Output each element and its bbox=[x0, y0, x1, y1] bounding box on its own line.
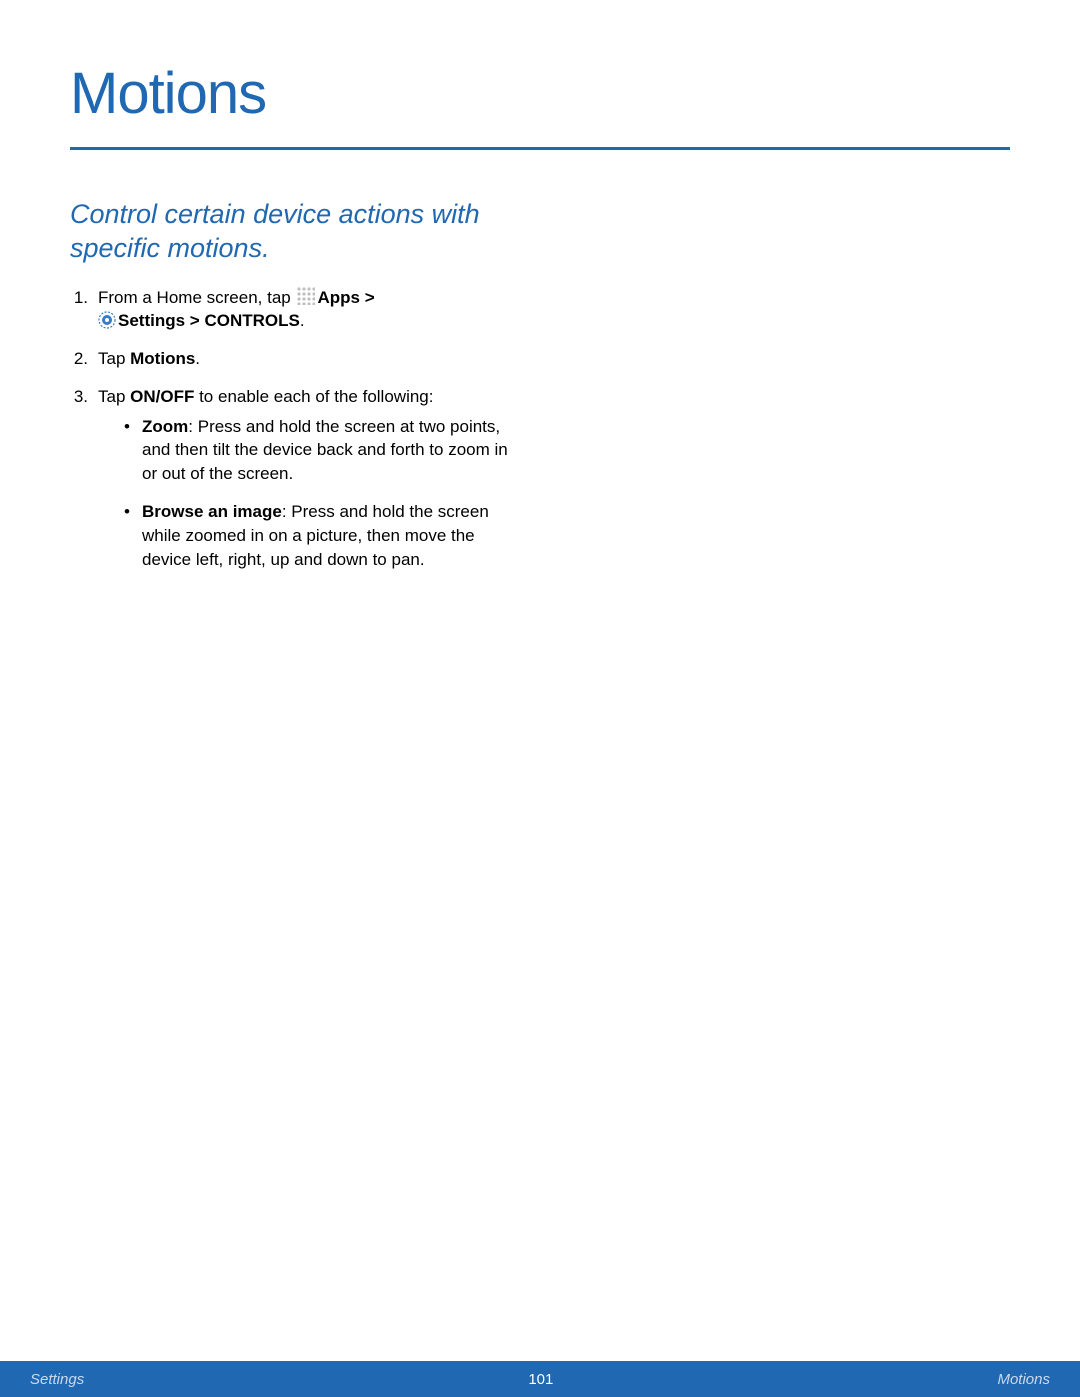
step-body: From a Home screen, tap Apps > Settings … bbox=[98, 286, 510, 334]
bullet-name: Zoom bbox=[142, 417, 188, 436]
bullet-dot: • bbox=[124, 415, 142, 486]
period: . bbox=[195, 349, 200, 368]
step-number: 2. bbox=[70, 347, 98, 371]
page-content: Motions Control certain device actions w… bbox=[0, 0, 1080, 585]
step-text: From a Home screen, tap bbox=[98, 288, 295, 307]
gt: > bbox=[365, 288, 375, 307]
bullet-dot: • bbox=[124, 500, 142, 571]
page-title: Motions bbox=[70, 60, 1010, 127]
bullet-body: Browse an image: Press and hold the scre… bbox=[142, 500, 510, 571]
step-body: Tap Motions. bbox=[98, 347, 510, 371]
list-item: • Zoom: Press and hold the screen at two… bbox=[124, 415, 510, 486]
instructions: 1. From a Home screen, tap Apps > Settin… bbox=[70, 286, 510, 586]
step-1: 1. From a Home screen, tap Apps > Settin… bbox=[70, 286, 510, 334]
page-footer: Settings 101 Motions bbox=[0, 1361, 1080, 1397]
title-rule bbox=[70, 147, 1010, 150]
step-2: 2. Tap Motions. bbox=[70, 347, 510, 371]
bullet-list: • Zoom: Press and hold the screen at two… bbox=[98, 415, 510, 572]
footer-right: Motions bbox=[997, 1371, 1050, 1388]
step-text: Tap bbox=[98, 387, 130, 406]
page-subtitle: Control certain device actions with spec… bbox=[70, 198, 510, 266]
step-text: Tap bbox=[98, 349, 130, 368]
step-number: 3. bbox=[70, 385, 98, 586]
step-3: 3. Tap ON/OFF to enable each of the foll… bbox=[70, 385, 510, 586]
bullet-body: Zoom: Press and hold the screen at two p… bbox=[142, 415, 510, 486]
onoff-label: ON/OFF bbox=[130, 387, 194, 406]
bullet-rest: : Press and hold the screen at two point… bbox=[142, 417, 508, 484]
bullet-name: Browse an image bbox=[142, 502, 282, 521]
controls-label: CONTROLS bbox=[204, 311, 299, 330]
period: . bbox=[300, 311, 305, 330]
apps-label: Apps bbox=[317, 288, 364, 307]
footer-left: Settings bbox=[30, 1371, 84, 1388]
step-text-2: to enable each of the following: bbox=[194, 387, 433, 406]
gt2: > bbox=[190, 311, 205, 330]
apps-icon bbox=[297, 287, 315, 305]
settings-label: Settings bbox=[118, 311, 190, 330]
step-body: Tap ON/OFF to enable each of the followi… bbox=[98, 385, 510, 586]
footer-page-number: 101 bbox=[528, 1371, 553, 1388]
list-item: • Browse an image: Press and hold the sc… bbox=[124, 500, 510, 571]
motions-label: Motions bbox=[130, 349, 195, 368]
settings-icon bbox=[98, 311, 116, 329]
step-number: 1. bbox=[70, 286, 98, 334]
